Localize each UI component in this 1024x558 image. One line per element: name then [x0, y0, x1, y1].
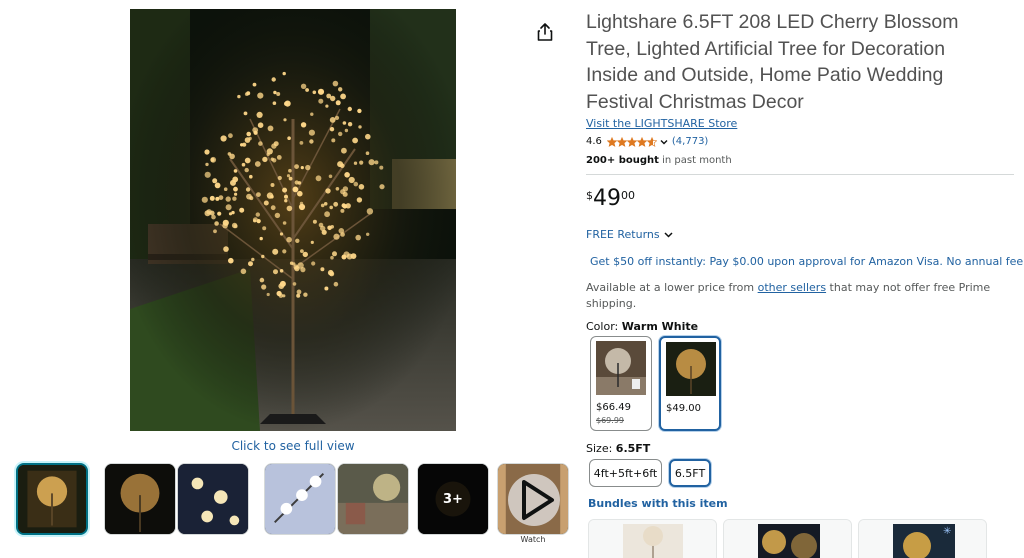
- play-icon[interactable]: [508, 474, 560, 526]
- star-icon: [626, 136, 637, 147]
- bundle-card-3[interactable]: ✳: [858, 519, 987, 558]
- product-title: Lightshare 6.5FT 208 LED Cherry Blossom …: [586, 11, 959, 113]
- color-label: Color: Warm White: [586, 320, 699, 333]
- free-returns-link[interactable]: FREE Returns: [586, 228, 674, 241]
- selected-size: 6.5FT: [615, 442, 651, 455]
- color-swatch-1[interactable]: $66.49 $69.99: [590, 336, 652, 431]
- thumbnail-4[interactable]: [264, 463, 336, 535]
- star-rating[interactable]: [606, 136, 657, 147]
- video-thumbnail[interactable]: [497, 463, 569, 535]
- thumbnail-5[interactable]: [337, 463, 409, 535]
- star-icon: [646, 136, 657, 147]
- selected-color: Warm White: [621, 320, 699, 333]
- swatch-price: $66.49: [596, 402, 631, 413]
- size-label: Size: 6.5FT: [586, 442, 651, 455]
- visa-promo-link[interactable]: Get $50 off instantly: Pay $0.00 upon ap…: [590, 255, 1024, 268]
- thumbnail-more[interactable]: 3+: [417, 463, 489, 535]
- thumbnail-1[interactable]: [16, 463, 88, 535]
- bundle-card-2[interactable]: [723, 519, 852, 558]
- price-fraction: 00: [621, 189, 635, 202]
- price-symbol: $: [586, 189, 593, 202]
- color-swatch-2[interactable]: $49.00: [659, 336, 721, 431]
- other-sellers-link[interactable]: other sellers: [758, 281, 826, 294]
- star-icon: [636, 136, 647, 147]
- chevron-down-icon[interactable]: [659, 137, 669, 147]
- price: $ 49 00: [586, 185, 635, 213]
- swatch-old-price: $69.99: [596, 416, 624, 425]
- rating-count[interactable]: (4,773): [672, 136, 708, 147]
- watch-label: Watch: [520, 535, 546, 544]
- more-images-count: 3+: [418, 464, 488, 534]
- thumbnail-2[interactable]: [104, 463, 176, 535]
- swatch-image: [596, 341, 646, 395]
- share-icon[interactable]: [536, 22, 554, 42]
- svg-text:✳: ✳: [943, 526, 951, 537]
- bundles-heading: Bundles with this item: [588, 497, 728, 510]
- main-product-image[interactable]: [130, 9, 456, 431]
- bought-in-past-month: 200+ bought in past month: [586, 155, 732, 166]
- star-icon: [606, 136, 617, 147]
- click-to-see-full-view-link[interactable]: Click to see full view: [130, 439, 456, 453]
- bundle-card-1[interactable]: [588, 519, 717, 558]
- swatch-image: [666, 342, 716, 396]
- lower-price-notice: Available at a lower price from other se…: [586, 281, 991, 310]
- swatch-price: $49.00: [666, 403, 701, 414]
- size-option-4ft-5ft-6ft[interactable]: 4ft+5ft+6ft: [589, 459, 662, 487]
- size-option-6-5ft[interactable]: 6.5FT: [669, 459, 711, 487]
- thumbnail-3[interactable]: [177, 463, 249, 535]
- chevron-down-icon: [664, 232, 673, 238]
- rating-row[interactable]: 4.6 (4,773): [586, 136, 708, 147]
- price-whole: 49: [593, 186, 621, 211]
- star-icon: [616, 136, 627, 147]
- store-link[interactable]: Visit the LIGHTSHARE Store: [586, 117, 737, 130]
- rating-value: 4.6: [586, 136, 602, 147]
- divider: [586, 174, 1014, 175]
- free-returns-label: FREE Returns: [586, 228, 660, 241]
